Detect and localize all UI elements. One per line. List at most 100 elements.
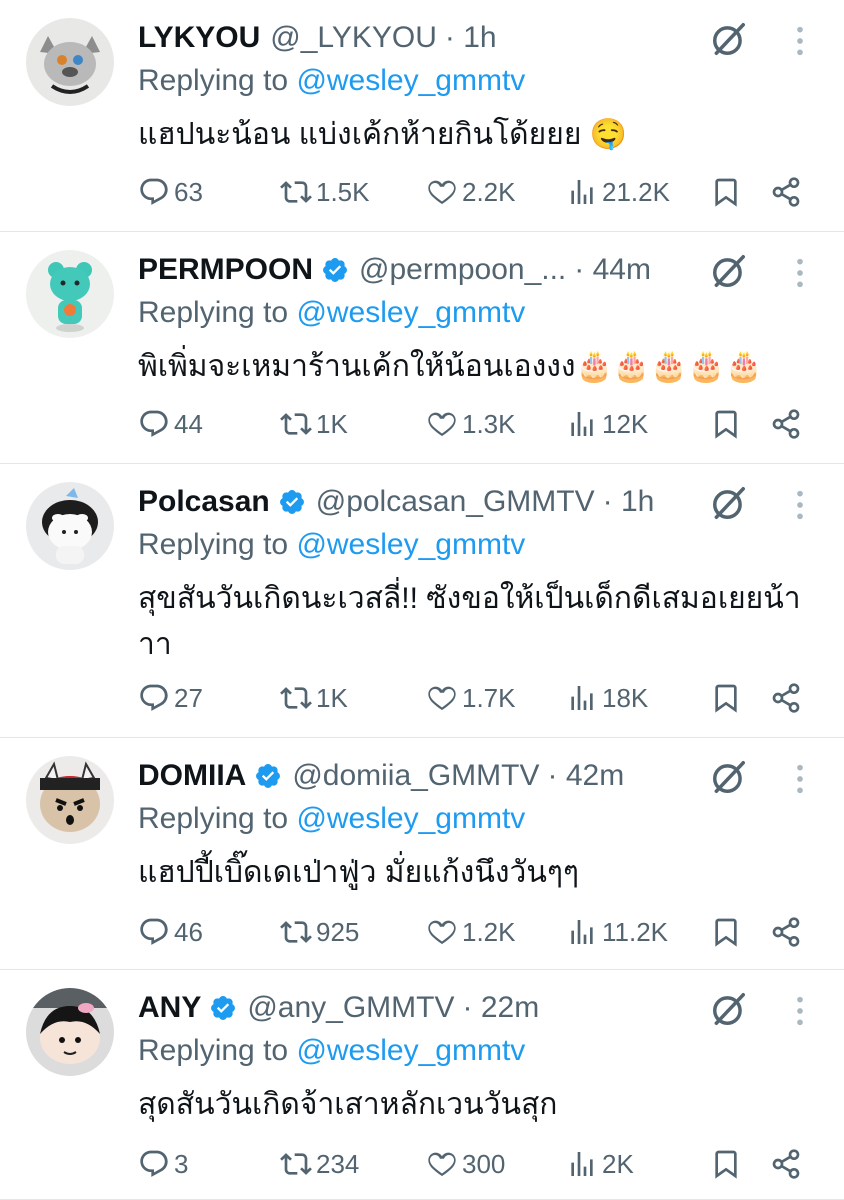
view-count: 2K xyxy=(602,1148,634,1179)
user-handle[interactable]: @_LYKYOU xyxy=(270,21,437,55)
views-button[interactable]: 2K xyxy=(566,1144,634,1184)
grok-icon[interactable] xyxy=(710,484,748,522)
share-icon xyxy=(770,408,802,440)
retweet-count: 1K xyxy=(316,408,348,439)
tweet-header: LYKYOU @_LYKYOU · 1h xyxy=(138,18,497,58)
like-button[interactable]: 2.2K xyxy=(426,172,516,212)
avatar[interactable] xyxy=(26,756,114,844)
views-button[interactable]: 18K xyxy=(566,678,648,718)
retweet-button[interactable]: 1.5K xyxy=(280,172,370,212)
display-name[interactable]: Polcasan xyxy=(138,485,270,519)
reply-button[interactable]: 63 xyxy=(138,172,203,212)
mention-link[interactable]: @wesley_gmmtv xyxy=(296,296,525,329)
display-name[interactable]: PERMPOON xyxy=(138,253,313,287)
bookmark-icon xyxy=(710,176,742,208)
like-button[interactable]: 1.3K xyxy=(426,404,516,444)
like-button[interactable]: 300 xyxy=(426,1144,505,1184)
reply-button[interactable]: 27 xyxy=(138,678,203,718)
avatar[interactable] xyxy=(26,18,114,106)
bookmark-button[interactable] xyxy=(710,172,742,212)
reply-button[interactable]: 3 xyxy=(138,1144,188,1184)
more-options-icon[interactable] xyxy=(786,488,814,522)
bookmark-button[interactable] xyxy=(710,678,742,718)
user-handle[interactable]: @any_GMMTV xyxy=(247,991,454,1025)
user-handle[interactable]: @domiia_GMMTV xyxy=(292,759,539,793)
avatar[interactable] xyxy=(26,988,114,1076)
views-button[interactable]: 21.2K xyxy=(566,172,670,212)
reply-tweet[interactable]: LYKYOU @_LYKYOU · 1h Replying to @wesley… xyxy=(0,0,844,232)
tweet-text: สุดสันวันเกิดจ้าเสาหลักเวนวันสุก xyxy=(138,1088,558,1121)
retweet-count: 925 xyxy=(316,916,360,947)
share-icon xyxy=(770,916,802,948)
retweet-button[interactable]: 1K xyxy=(280,404,348,444)
bookmark-button[interactable] xyxy=(710,912,742,952)
timestamp[interactable]: · 22m xyxy=(463,991,540,1025)
reply-tweet[interactable]: ANY @any_GMMTV · 22m Replying to @wesley… xyxy=(0,970,844,1200)
grok-icon[interactable] xyxy=(710,990,748,1028)
more-options-icon[interactable] xyxy=(786,762,814,796)
view-count: 11.2K xyxy=(602,916,669,947)
retweet-button[interactable]: 925 xyxy=(280,912,359,952)
like-button[interactable]: 1.7K xyxy=(426,678,516,718)
share-button[interactable] xyxy=(770,678,802,718)
retweet-icon xyxy=(280,176,312,208)
like-count: 1.7K xyxy=(462,682,516,713)
grok-icon[interactable] xyxy=(710,252,748,290)
display-name[interactable]: ANY xyxy=(138,991,201,1025)
grok-icon[interactable] xyxy=(710,20,748,58)
retweet-button[interactable]: 234 xyxy=(280,1144,359,1184)
mention-link[interactable]: @wesley_gmmtv xyxy=(296,64,525,97)
action-bar: 63 1.5K 2.2K 21.2K xyxy=(138,172,818,212)
share-button[interactable] xyxy=(770,1144,802,1184)
reply-tweet[interactable]: Polcasan @polcasan_GMMTV · 1h Replying t… xyxy=(0,464,844,738)
replying-to: Replying to @wesley_gmmtv xyxy=(138,528,525,562)
views-button[interactable]: 11.2K xyxy=(566,912,668,952)
avatar[interactable] xyxy=(26,482,114,570)
avatar[interactable] xyxy=(26,250,114,338)
timestamp[interactable]: · 42m xyxy=(548,759,625,793)
more-options-icon[interactable] xyxy=(786,994,814,1028)
reply-tweet[interactable]: DOMIIA @domiia_GMMTV · 42m Replying to @… xyxy=(0,738,844,970)
share-button[interactable] xyxy=(770,912,802,952)
share-button[interactable] xyxy=(770,404,802,444)
mention-link[interactable]: @wesley_gmmtv xyxy=(296,802,525,835)
tweet-text: สุขสันวันเกิดนะเวสลี่!! ซังขอให้เป็นเด็ก… xyxy=(138,582,801,661)
timestamp[interactable]: · 1h xyxy=(603,485,655,519)
reply-button[interactable]: 44 xyxy=(138,404,203,444)
heart-icon xyxy=(426,408,458,440)
retweet-count: 1.5K xyxy=(316,176,370,207)
timestamp[interactable]: · 44m xyxy=(574,253,651,287)
reply-icon xyxy=(138,408,170,440)
tweet-text: แฮปนะน้อน แบ่งเค้กห้ายกินโด้ยยย 🤤 xyxy=(138,118,628,151)
verified-badge-icon xyxy=(278,488,306,516)
display-name[interactable]: LYKYOU xyxy=(138,21,260,55)
action-bar: 46 925 1.2K 11.2K xyxy=(138,912,818,952)
mention-link[interactable]: @wesley_gmmtv xyxy=(296,528,525,561)
more-options-icon[interactable] xyxy=(786,256,814,290)
reply-icon xyxy=(138,682,170,714)
user-handle[interactable]: @permpoon_... xyxy=(359,253,566,287)
reply-button[interactable]: 46 xyxy=(138,912,203,952)
bookmark-button[interactable] xyxy=(710,1144,742,1184)
replying-to: Replying to @wesley_gmmtv xyxy=(138,1034,525,1068)
bookmark-button[interactable] xyxy=(710,404,742,444)
verified-badge-icon xyxy=(209,994,237,1022)
like-count: 2.2K xyxy=(462,176,516,207)
grok-icon[interactable] xyxy=(710,758,748,796)
more-options-icon[interactable] xyxy=(786,24,814,58)
replying-to-label: Replying to xyxy=(138,802,289,835)
replying-to-label: Replying to xyxy=(138,296,289,329)
user-handle[interactable]: @polcasan_GMMTV xyxy=(316,485,595,519)
share-button[interactable] xyxy=(770,172,802,212)
reply-tweet[interactable]: PERMPOON @permpoon_... · 44m Replying to… xyxy=(0,232,844,464)
timestamp[interactable]: · 1h xyxy=(445,21,497,55)
like-button[interactable]: 1.2K xyxy=(426,912,516,952)
mention-link[interactable]: @wesley_gmmtv xyxy=(296,1034,525,1067)
heart-icon xyxy=(426,916,458,948)
tweet-header: Polcasan @polcasan_GMMTV · 1h xyxy=(138,482,654,522)
retweet-button[interactable]: 1K xyxy=(280,678,348,718)
like-count: 1.3K xyxy=(462,408,516,439)
views-button[interactable]: 12K xyxy=(566,404,648,444)
share-icon xyxy=(770,682,802,714)
display-name[interactable]: DOMIIA xyxy=(138,759,246,793)
